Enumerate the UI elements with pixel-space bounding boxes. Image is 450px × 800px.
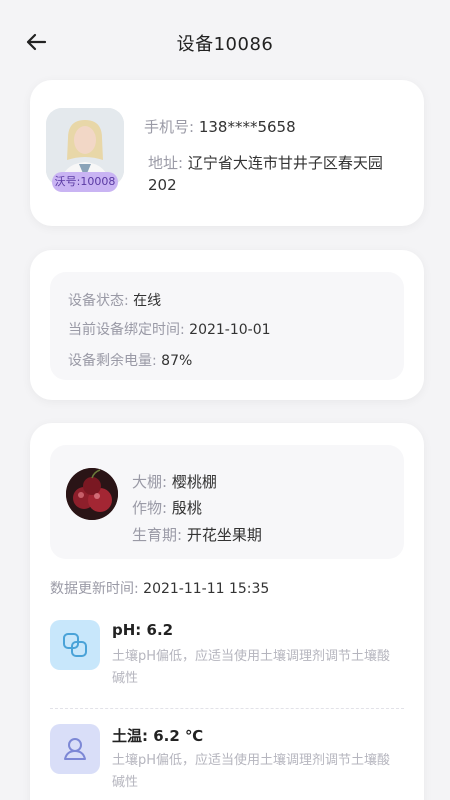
growth-stage-label: 生育期: bbox=[132, 526, 183, 544]
soil-temp-icon-tile bbox=[50, 724, 100, 774]
device-status-panel: 设备状态: 在线 当前设备绑定时间: 2021-10-01 设备剩余电量: 87… bbox=[50, 272, 404, 380]
address-value: 辽宁省大连市甘井子区春天园202 bbox=[148, 154, 383, 194]
update-time-value: 2021-11-11 15:35 bbox=[143, 581, 270, 597]
top-bar: 设备10086 bbox=[0, 0, 450, 84]
update-time-label: 数据更新时间: bbox=[50, 581, 139, 597]
battery-label: 设备剩余电量: bbox=[68, 353, 157, 369]
growth-stage-value: 开花坐果期 bbox=[186, 526, 262, 544]
greenhouse-card: 大棚: 樱桃棚 作物: 殷桃 生育期: 开花坐果期 数据更新时间: 2021-1… bbox=[30, 423, 424, 800]
cherry-image bbox=[66, 468, 118, 520]
ph-description: 土壤pH偏低，应适当使用土壤调理剂调节土壤酸碱性 bbox=[112, 649, 391, 686]
battery-value: 87% bbox=[161, 353, 193, 369]
address-row: 地址: 辽宁省大连市甘井子区春天园202 bbox=[148, 152, 410, 196]
ph-sensor-icon-tile bbox=[50, 620, 100, 670]
phone-label: 手机号: bbox=[144, 118, 195, 136]
crop-value: 殷桃 bbox=[171, 499, 202, 517]
shed-row: 大棚: 樱桃棚 bbox=[132, 471, 217, 492]
shed-label: 大棚: bbox=[132, 473, 168, 491]
crop-row: 作物: 殷桃 bbox=[132, 497, 202, 518]
greenhouse-panel[interactable]: 大棚: 樱桃棚 作物: 殷桃 生育期: 开花坐果期 bbox=[50, 445, 404, 559]
address-label: 地址: bbox=[148, 154, 184, 172]
soil-temp-description: 土壤pH偏低，应适当使用土壤调理剂调节土壤酸碱性 bbox=[112, 753, 391, 790]
ph-icon bbox=[63, 633, 87, 657]
bind-time-label: 当前设备绑定时间: bbox=[68, 322, 185, 338]
shed-value: 樱桃棚 bbox=[171, 473, 217, 491]
update-time-row: 数据更新时间: 2021-11-11 15:35 bbox=[50, 578, 269, 598]
device-status-card: 设备状态: 在线 当前设备绑定时间: 2021-10-01 设备剩余电量: 87… bbox=[30, 250, 424, 400]
status-label: 设备状态: bbox=[68, 293, 129, 309]
battery-row: 设备剩余电量: 87% bbox=[68, 350, 192, 370]
avatar-block: 沃号:10008 bbox=[46, 108, 124, 194]
ph-value: pH: 6.2 bbox=[112, 621, 174, 639]
owner-card: 沃号:10008 手机号: 138****5658 地址: 辽宁省大连市甘井子区… bbox=[30, 80, 424, 226]
bind-time-row: 当前设备绑定时间: 2021-10-01 bbox=[68, 319, 271, 339]
status-row: 设备状态: 在线 bbox=[68, 290, 161, 310]
user-id-badge: 沃号:10008 bbox=[52, 172, 118, 192]
crop-label: 作物: bbox=[132, 499, 168, 517]
growth-stage-row: 生育期: 开花坐果期 bbox=[132, 524, 262, 545]
page-title: 设备10086 bbox=[176, 34, 274, 55]
soil-temperature-icon bbox=[64, 738, 86, 760]
bind-time-value: 2021-10-01 bbox=[189, 322, 271, 338]
phone-row: 手机号: 138****5658 bbox=[144, 116, 296, 137]
soil-temp-value: 土温: 6.2 ℃ bbox=[112, 727, 204, 745]
sensor-divider bbox=[50, 708, 404, 709]
phone-value: 138****5658 bbox=[198, 118, 296, 136]
status-value: 在线 bbox=[133, 293, 162, 309]
